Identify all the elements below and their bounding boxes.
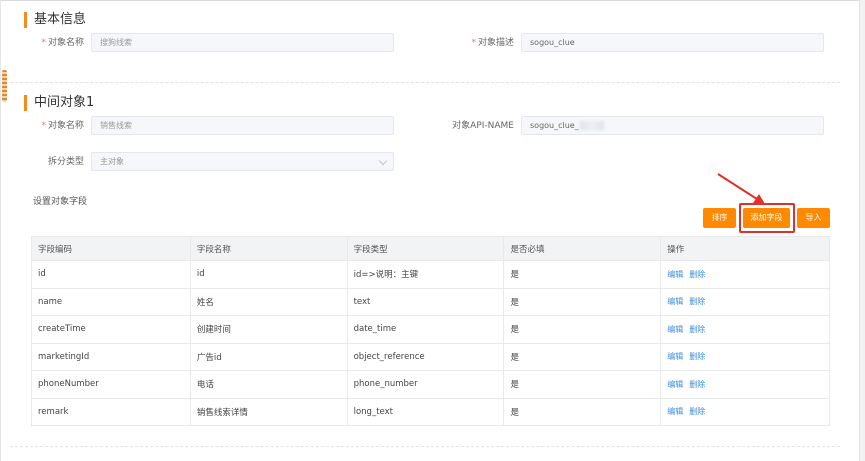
object-name-input[interactable]: 搜狗线索 — [91, 33, 394, 52]
import-button[interactable]: 导入 — [797, 208, 830, 228]
cell-actions: 编辑 删除 — [660, 398, 830, 426]
sort-button[interactable]: 排序 — [703, 208, 736, 228]
cell-field-code: id — [31, 260, 191, 289]
column-header-field-code: 字段编码 — [31, 236, 191, 261]
vertical-scrollbar[interactable] — [859, 0, 865, 461]
cell-field-type: text — [347, 288, 505, 316]
field-settings-label: 设置对象字段 — [33, 197, 88, 207]
cell-field-name: id — [190, 260, 348, 289]
cell-field-name: 创建时间 — [190, 315, 348, 344]
object-desc-input[interactable]: sogou_clue — [521, 33, 824, 52]
cell-field-name: 电话 — [190, 370, 348, 399]
table-row: phoneNumber 电话 phone_number 是 编辑 删除 — [31, 370, 830, 399]
column-header-actions: 操作 — [660, 236, 830, 261]
cell-field-name: 销售线索详情 — [190, 398, 348, 426]
column-header-field-name: 字段名称 — [190, 236, 348, 261]
chevron-down-icon — [378, 156, 388, 166]
table-row: marketingId 广告id object_reference 是 编辑 删除 — [31, 343, 830, 371]
edit-link[interactable]: 编辑 — [667, 407, 683, 416]
delete-link[interactable]: 删除 — [689, 352, 705, 361]
cell-field-code: name — [31, 288, 191, 316]
cell-actions: 编辑 删除 — [660, 370, 830, 399]
api-name-input[interactable]: sogou_clue_ — [521, 116, 824, 135]
object-desc-label: * 对象描述 — [471, 38, 514, 48]
annotation-highlight-box — [739, 203, 795, 233]
cell-field-type: date_time — [347, 315, 505, 344]
cell-actions: 编辑 删除 — [660, 260, 830, 289]
cell-required: 是 — [503, 370, 662, 399]
split-type-select[interactable]: 主对象 — [91, 152, 394, 171]
cell-actions: 编辑 删除 — [660, 288, 830, 316]
delete-link[interactable]: 删除 — [689, 380, 705, 389]
section-title-intermediate-object: 中间对象1 — [24, 95, 94, 111]
edit-link[interactable]: 编辑 — [667, 380, 683, 389]
edit-link[interactable]: 编辑 — [667, 270, 683, 279]
section-title-basic-info: 基本信息 — [24, 12, 86, 28]
cell-field-name: 姓名 — [190, 288, 348, 316]
edit-link[interactable]: 编辑 — [667, 297, 683, 306]
cell-required: 是 — [503, 343, 662, 371]
table-row: name 姓名 text 是 编辑 删除 — [31, 288, 830, 316]
intermediate-object-name-label: * 对象名称 — [41, 121, 84, 131]
cell-required: 是 — [503, 398, 662, 426]
cell-field-type: phone_number — [347, 370, 505, 399]
cell-field-name: 广告id — [190, 343, 348, 371]
cell-field-code: remark — [31, 398, 191, 426]
api-name-label: 对象API-NAME — [452, 121, 514, 131]
redacted-text — [579, 121, 604, 130]
cell-required: 是 — [503, 288, 662, 316]
cell-field-code: phoneNumber — [31, 370, 191, 399]
resize-drag-handle[interactable] — [2, 70, 7, 102]
cell-field-code: marketingId — [31, 343, 191, 371]
edit-link[interactable]: 编辑 — [667, 352, 683, 361]
column-header-field-type: 字段类型 — [347, 236, 505, 261]
intermediate-object-name-input[interactable]: 销售线索 — [91, 116, 394, 135]
split-type-label: 拆分类型 — [47, 157, 84, 167]
cell-actions: 编辑 删除 — [660, 343, 830, 371]
cell-field-type: long_text — [347, 398, 505, 426]
edit-link[interactable]: 编辑 — [667, 325, 683, 334]
table-row: remark 销售线索详情 long_text 是 编辑 删除 — [31, 398, 830, 426]
delete-link[interactable]: 删除 — [689, 325, 705, 334]
cell-required: 是 — [503, 315, 662, 344]
cell-required: 是 — [503, 260, 662, 289]
object-name-label: * 对象名称 — [41, 38, 84, 48]
bottom-divider — [10, 446, 840, 447]
column-header-required: 是否必填 — [503, 236, 662, 261]
section-divider — [10, 82, 840, 83]
table-row: createTime 创建时间 date_time 是 编辑 删除 — [31, 315, 830, 344]
cell-field-type: id=>说明：主键 — [347, 260, 505, 289]
table-row: id id id=>说明：主键 是 编辑 删除 — [31, 260, 830, 289]
cell-field-type: object_reference — [347, 343, 505, 371]
fields-table: 字段编码 字段名称 字段类型 是否必填 操作 id id id=>说明：主键 是… — [31, 236, 830, 426]
delete-link[interactable]: 删除 — [689, 270, 705, 279]
table-header-row: 字段编码 字段名称 字段类型 是否必填 操作 — [31, 236, 830, 261]
delete-link[interactable]: 删除 — [689, 297, 705, 306]
delete-link[interactable]: 删除 — [689, 407, 705, 416]
cell-field-code: createTime — [31, 315, 191, 344]
cell-actions: 编辑 删除 — [660, 315, 830, 344]
